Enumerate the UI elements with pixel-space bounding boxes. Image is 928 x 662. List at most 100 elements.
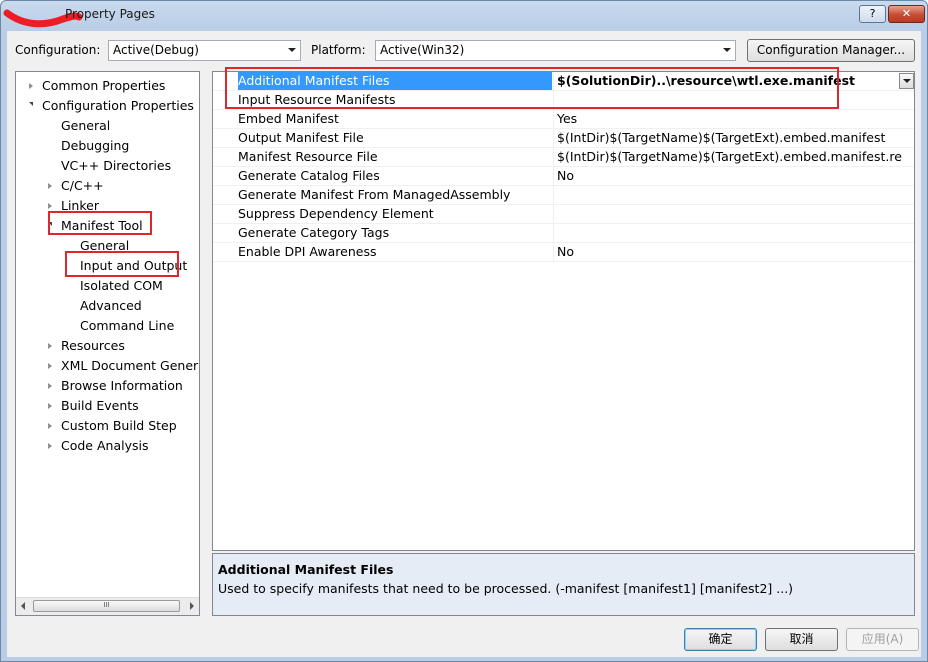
property-row[interactable]: Generate Manifest From ManagedAssembly [213, 186, 914, 205]
tree-item[interactable]: Custom Build Step [48, 416, 177, 436]
description-title: Additional Manifest Files [218, 562, 394, 577]
tree-item-label: Manifest Tool [61, 218, 143, 233]
configuration-label: Configuration: [15, 43, 101, 57]
property-row[interactable]: Generate Category Tags [213, 224, 914, 243]
tree-item[interactable]: Debugging [61, 136, 129, 156]
platform-label: Platform: [311, 43, 366, 57]
tree-item[interactable]: Code Analysis [48, 436, 148, 456]
scroll-thumb[interactable]: III [33, 600, 180, 612]
tree-item[interactable]: XML Document Generator [48, 356, 199, 376]
tree-item[interactable]: Advanced [80, 296, 142, 316]
property-row[interactable]: Input Resource Manifests [213, 91, 914, 110]
platform-select-value: Active(Win32) [380, 43, 465, 57]
tree-item-label: Configuration Properties [42, 98, 194, 113]
expanded-triangle-icon[interactable] [48, 222, 52, 226]
tree-item-label: Advanced [80, 298, 142, 313]
help-button[interactable]: ? [859, 5, 886, 23]
tree-item[interactable]: General [61, 116, 110, 136]
scroll-right-icon[interactable] [190, 602, 194, 610]
chevron-down-icon [723, 48, 731, 52]
tree-item-label: Resources [61, 338, 125, 353]
dialog-client-area: Configuration: Active(Debug) Platform: A… [7, 31, 921, 657]
property-value[interactable] [553, 205, 902, 223]
tree-item[interactable]: VC++ Directories [61, 156, 171, 176]
property-row[interactable]: Suppress Dependency Element [213, 205, 914, 224]
tree-item-label: XML Document Generator [61, 358, 199, 373]
tree-item-label: Isolated COM [80, 278, 163, 293]
cancel-button[interactable]: 取消 [765, 628, 838, 651]
tree-item[interactable]: Configuration Properties [29, 96, 194, 116]
tree-item-label: General [61, 118, 111, 133]
chevron-down-icon [288, 48, 296, 52]
tree-item-label: General [80, 238, 130, 253]
description-text: Used to specify manifests that need to b… [218, 581, 794, 596]
horizontal-scrollbar[interactable]: III [16, 597, 199, 615]
property-value[interactable] [553, 224, 902, 242]
property-name: Suppress Dependency Element [238, 206, 434, 221]
tree-item[interactable]: Input and Output [80, 256, 187, 276]
collapsed-triangle-icon[interactable] [48, 183, 52, 189]
collapsed-triangle-icon[interactable] [48, 363, 52, 369]
configuration-select[interactable]: Active(Debug) [108, 40, 301, 61]
tree-item[interactable]: Manifest Tool [48, 216, 143, 236]
close-button[interactable]: ✕ [888, 5, 925, 23]
collapsed-triangle-icon[interactable] [48, 423, 52, 429]
platform-select[interactable]: Active(Win32) [375, 40, 736, 61]
property-value[interactable]: Yes [553, 110, 902, 128]
collapsed-triangle-icon[interactable] [48, 343, 52, 349]
tree-item[interactable]: Build Events [48, 396, 139, 416]
property-row[interactable]: Additional Manifest Files $(SolutionDir).… [213, 72, 914, 91]
collapsed-triangle-icon[interactable] [48, 383, 52, 389]
tree-item[interactable]: Linker [48, 196, 99, 216]
property-row[interactable]: Enable DPI Awareness No [213, 243, 914, 262]
tree-item[interactable]: Command Line [80, 316, 174, 336]
property-value[interactable] [553, 186, 902, 204]
property-row[interactable]: Generate Catalog Files No [213, 167, 914, 186]
collapsed-triangle-icon[interactable] [29, 83, 33, 89]
tree-item-label: Input and Output [80, 258, 188, 273]
property-name: Embed Manifest [238, 111, 339, 126]
window-title: Property Pages [65, 7, 155, 21]
tree-item-label: C/C++ [61, 178, 104, 193]
tree-item-label: Common Properties [42, 78, 166, 93]
property-value[interactable]: $(IntDir)$(TargetName)$(TargetExt).embed… [553, 148, 902, 166]
tree-item[interactable]: General [80, 236, 129, 256]
collapsed-triangle-icon[interactable] [48, 203, 52, 209]
property-value[interactable] [553, 91, 902, 109]
chevron-down-icon [903, 79, 911, 83]
property-row[interactable]: Manifest Resource File $(IntDir)$(TargetN… [213, 148, 914, 167]
tree-item-label: Custom Build Step [61, 418, 177, 433]
ok-button[interactable]: 确定 [684, 628, 757, 651]
tree-item[interactable]: Isolated COM [80, 276, 163, 296]
property-row[interactable]: Output Manifest File $(IntDir)$(TargetNam… [213, 129, 914, 148]
property-name: Enable DPI Awareness [238, 244, 377, 259]
collapsed-triangle-icon[interactable] [48, 443, 52, 449]
tree-item-label: Browse Information [61, 378, 183, 393]
property-name: Manifest Resource File [238, 149, 378, 164]
property-tree[interactable]: Common Properties Configuration Propertie… [15, 71, 200, 616]
tree-item[interactable]: Resources [48, 336, 125, 356]
configuration-select-value: Active(Debug) [113, 43, 199, 57]
property-value[interactable]: No [553, 167, 902, 185]
tree-item-label: Command Line [80, 318, 175, 333]
apply-button[interactable]: 应用(A) [846, 628, 919, 651]
property-value[interactable]: $(SolutionDir)..\resource\wtl.exe.manife… [553, 72, 902, 90]
configuration-manager-button[interactable]: Configuration Manager... [747, 39, 915, 62]
property-name: Generate Category Tags [238, 225, 390, 240]
property-name: Generate Manifest From ManagedAssembly [238, 187, 511, 202]
property-name: Generate Catalog Files [238, 168, 380, 183]
tree-item[interactable]: Browse Information [48, 376, 183, 396]
property-pages-window: Property Pages ? ✕ Configuration: Active… [0, 0, 928, 662]
property-value[interactable]: $(IntDir)$(TargetName)$(TargetExt).embed… [553, 129, 902, 147]
property-row[interactable]: Embed Manifest Yes [213, 110, 914, 129]
tree-item[interactable]: C/C++ [48, 176, 104, 196]
scroll-left-icon[interactable] [21, 602, 25, 610]
value-dropdown-button[interactable] [899, 73, 914, 89]
tree-item-label: Build Events [61, 398, 139, 413]
property-grid[interactable]: Additional Manifest Files $(SolutionDir).… [212, 71, 915, 551]
property-value[interactable]: No [553, 243, 902, 261]
expanded-triangle-icon[interactable] [29, 102, 33, 106]
tree-item[interactable]: Common Properties [29, 76, 166, 96]
property-name: Input Resource Manifests [238, 92, 396, 107]
collapsed-triangle-icon[interactable] [48, 403, 52, 409]
